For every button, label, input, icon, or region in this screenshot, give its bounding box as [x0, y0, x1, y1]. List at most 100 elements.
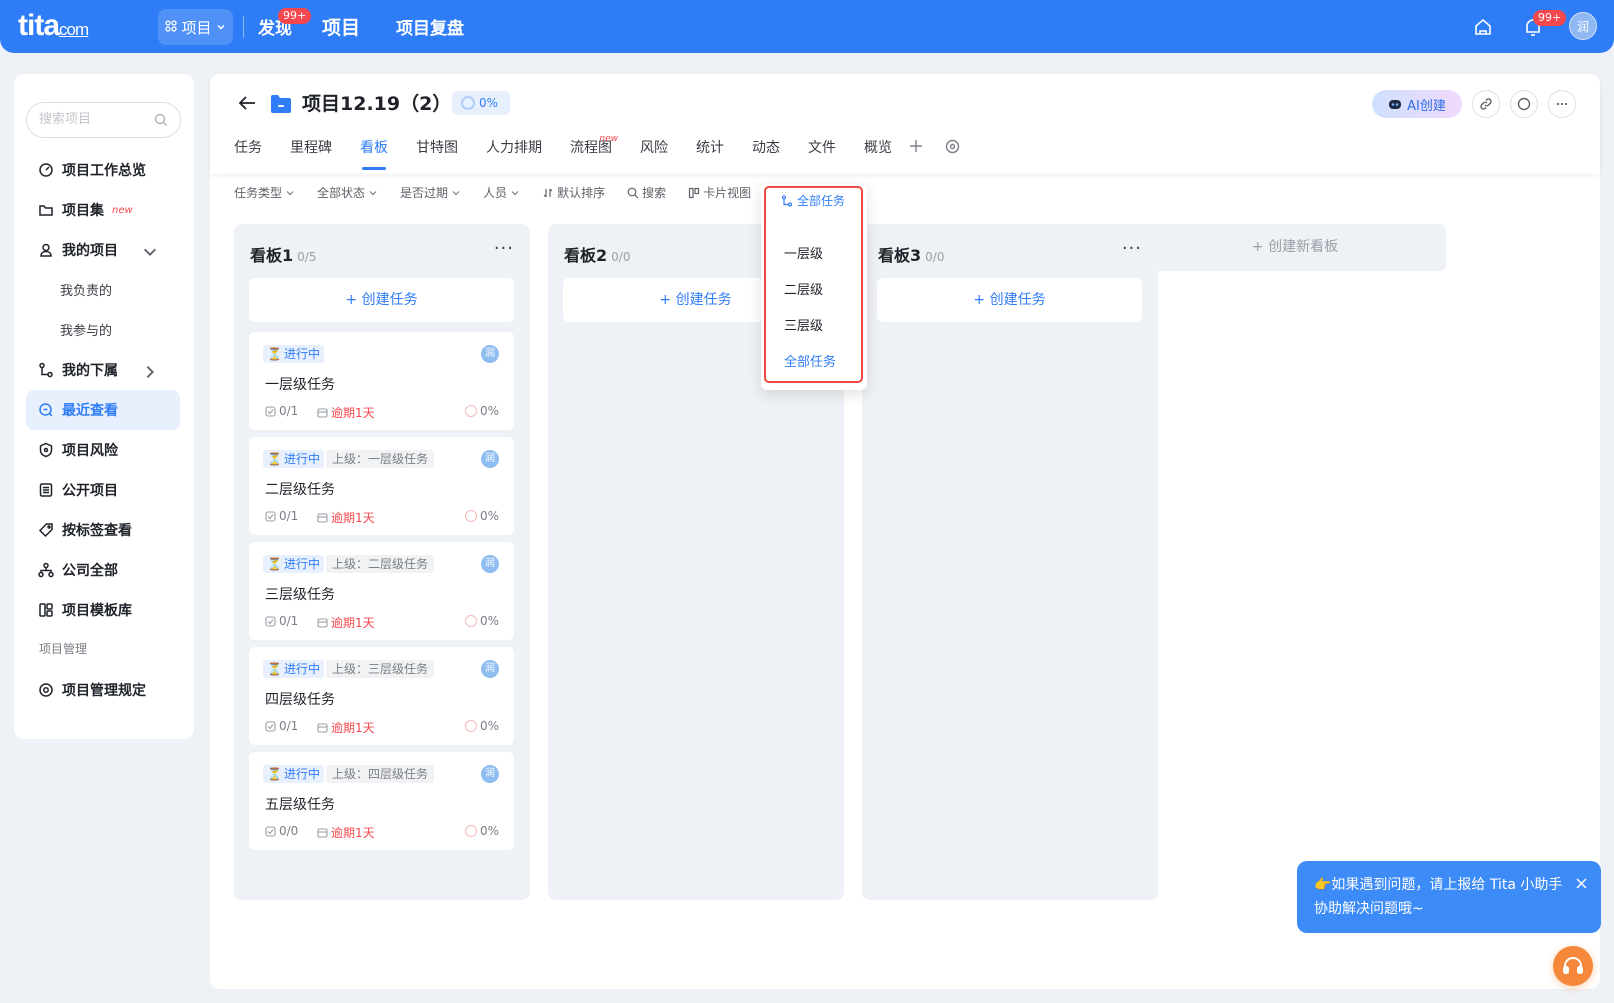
sidebar-item-by-tag[interactable]: 按标签查看: [26, 510, 180, 550]
parent-task-tag[interactable]: 上级：一层级任务: [326, 450, 435, 468]
nav-project-review[interactable]: 项目复盘: [396, 14, 464, 39]
tab-stats[interactable]: 统计: [696, 136, 724, 172]
notify-badge: 99+: [1533, 10, 1567, 26]
top-bar: titacom 项目 发现 99+ 项目 项目复盘 99+ 润: [0, 0, 1614, 53]
chat-icon: [1517, 97, 1531, 111]
back-arrow-icon[interactable]: [236, 92, 258, 114]
sidebar-item-subordinates[interactable]: 我的下属: [26, 350, 180, 390]
create-task-button[interactable]: + 创建任务: [249, 278, 514, 322]
tab-gantt[interactable]: 甘特图: [416, 136, 458, 172]
headset-icon: [1563, 957, 1583, 974]
sort-button[interactable]: 默认排序: [542, 184, 605, 201]
filter-people[interactable]: 人员: [483, 184, 520, 201]
hierarchy-icon: [781, 194, 793, 207]
task-name: 五层级任务: [265, 797, 335, 813]
dropdown-option-level-2[interactable]: 二层级: [784, 279, 823, 298]
subtask-count: 0/1: [265, 614, 298, 628]
hierarchy-filter[interactable]: 全部任务: [781, 192, 845, 209]
board-count: 0/0: [611, 250, 631, 264]
create-task-button[interactable]: + 创建任务: [877, 278, 1142, 322]
close-icon[interactable]: [1576, 878, 1587, 889]
assignee-avatar[interactable]: 润: [481, 765, 499, 783]
calendar-icon: [317, 408, 328, 418]
task-name: 一层级任务: [265, 377, 335, 393]
subtask-count: 0/1: [265, 404, 298, 418]
filter-status[interactable]: 全部状态: [317, 184, 378, 201]
module-switcher-label: 项目: [181, 18, 212, 37]
nav-discover[interactable]: 发现 99+: [258, 8, 312, 39]
tab-activity[interactable]: 动态: [752, 136, 780, 172]
create-board-button[interactable]: + 创建新看板: [1144, 224, 1446, 271]
tab-kanban[interactable]: 看板: [360, 136, 388, 172]
assignee-avatar[interactable]: 润: [481, 660, 499, 678]
org-chart-icon: [38, 562, 54, 578]
task-card[interactable]: ⏳ 进行中 上级：一层级任务 润 二层级任务 0/1 逾期1天 0%: [249, 437, 514, 535]
sidebar-item-portfolio[interactable]: 项目集 new: [26, 190, 180, 230]
due-status: 逾期1天: [317, 719, 375, 736]
view-switch-button[interactable]: 卡片视图: [688, 184, 751, 201]
assignee-avatar[interactable]: 润: [481, 450, 499, 468]
assistant-button[interactable]: [1553, 946, 1593, 986]
tab-milestones[interactable]: 里程碑: [290, 136, 332, 172]
assignee-avatar[interactable]: 润: [481, 555, 499, 573]
sidebar-item-risk[interactable]: 项目风险: [26, 430, 180, 470]
add-tab-icon[interactable]: [908, 138, 924, 154]
tab-risk[interactable]: 风险: [640, 136, 668, 172]
tab-staffing[interactable]: 人力排期: [486, 136, 542, 172]
module-switcher[interactable]: 项目: [158, 9, 233, 45]
sidebar-item-company[interactable]: 公司全部: [26, 550, 180, 590]
filter-task-type[interactable]: 任务类型: [234, 184, 295, 201]
task-card[interactable]: ⏳ 进行中 上级：三层级任务 润 四层级任务 0/1 逾期1天 0%: [249, 647, 514, 745]
shield-icon: [39, 442, 53, 458]
tab-flowchart[interactable]: 流程图 new: [570, 134, 618, 172]
tita-logo[interactable]: titacom: [18, 9, 89, 43]
search-button[interactable]: 搜索: [627, 184, 666, 201]
tab-files[interactable]: 文件: [808, 136, 836, 172]
project-progress: 0%: [452, 91, 510, 115]
comment-button[interactable]: [1510, 90, 1538, 118]
sidebar-item-my-projects[interactable]: 我的项目: [26, 230, 180, 270]
sidebar-item-my-joined[interactable]: 我参与的: [60, 320, 112, 339]
dropdown-option-level-1[interactable]: 一层级: [784, 243, 823, 262]
task-name: 四层级任务: [265, 692, 335, 708]
sidebar-item-rules[interactable]: 项目管理规定: [26, 670, 180, 710]
dropdown-option-all[interactable]: 全部任务: [784, 351, 836, 370]
board-more-icon[interactable]: ···: [1122, 240, 1142, 258]
task-name: 二层级任务: [265, 482, 335, 498]
sidebar-item-public[interactable]: 公开项目: [26, 470, 180, 510]
status-badge: ⏳ 进行中: [263, 450, 324, 468]
sidebar-item-templates[interactable]: 项目模板库: [26, 590, 180, 630]
ai-create-button[interactable]: AI创建: [1372, 90, 1462, 118]
checkbox-icon: [265, 825, 276, 837]
task-card[interactable]: ⏳ 进行中 润 一层级任务 0/1 逾期1天 0%: [249, 332, 514, 430]
recent-search-icon: [39, 403, 53, 417]
nav-project[interactable]: 项目: [322, 13, 360, 40]
user-avatar[interactable]: 润: [1569, 12, 1597, 40]
card-view-icon: [688, 187, 700, 198]
parent-task-tag[interactable]: 上级：三层级任务: [326, 660, 435, 678]
home-icon[interactable]: [1472, 16, 1494, 38]
parent-task-tag[interactable]: 上级：四层级任务: [326, 765, 435, 783]
due-status: 逾期1天: [317, 614, 375, 631]
project-search-input[interactable]: 搜索项目: [26, 102, 181, 138]
task-card[interactable]: ⏳ 进行中 上级：二层级任务 润 三层级任务 0/1 逾期1天 0%: [249, 542, 514, 640]
assignee-avatar[interactable]: 润: [481, 345, 499, 363]
parent-task-tag[interactable]: 上级：二层级任务: [326, 555, 435, 573]
tab-overview[interactable]: 概览: [864, 136, 892, 172]
sidebar-item-overview[interactable]: 项目工作总览: [26, 150, 180, 190]
board-more-icon[interactable]: ···: [494, 240, 514, 258]
chevron-down-icon: [369, 190, 377, 195]
sidebar-item-my-owned[interactable]: 我负责的: [60, 280, 112, 299]
filter-overdue[interactable]: 是否过期: [400, 184, 461, 201]
task-card[interactable]: ⏳ 进行中 上级：四层级任务 润 五层级任务 0/0 逾期1天 0%: [249, 752, 514, 850]
tab-tasks[interactable]: 任务: [234, 136, 262, 172]
task-progress: 0%: [464, 614, 499, 628]
tab-settings-icon[interactable]: [945, 139, 960, 154]
bell-icon[interactable]: 99+: [1522, 10, 1567, 38]
sidebar-item-recent[interactable]: 最近查看: [26, 390, 180, 430]
kanban-board-1: 看板1 0/5 ··· + 创建任务 ⏳ 进行中 润 一层级任务 0/1 逾期1天 …: [234, 224, 530, 900]
more-button[interactable]: [1548, 90, 1576, 118]
link-button[interactable]: [1472, 90, 1500, 118]
dropdown-option-level-3[interactable]: 三层级: [784, 315, 823, 334]
hourglass-icon: ⏳: [267, 767, 282, 781]
